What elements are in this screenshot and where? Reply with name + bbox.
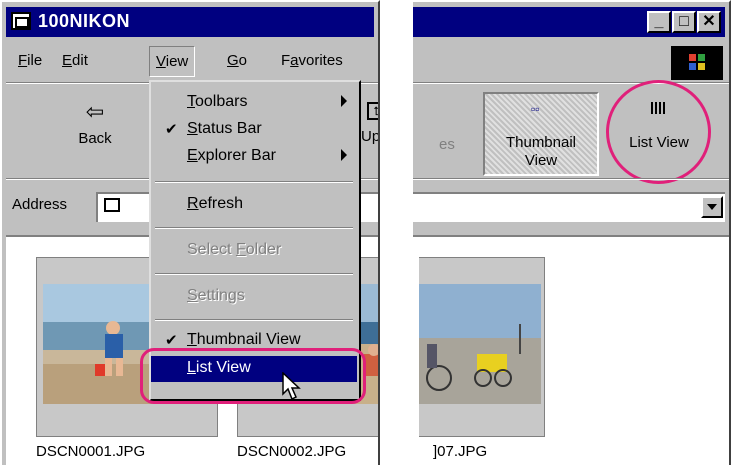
windows-logo-icon [671,46,723,80]
menu-edit[interactable]: Edit [62,52,88,69]
thumbnail-frame-3[interactable] [419,257,545,437]
thumbnail-view-icon: ▫▫ [531,102,540,116]
properties-label-partial: es [439,136,455,153]
thumbnail-view-button[interactable]: ▫▫ Thumbnail View [483,92,599,176]
photo-bicycle-trailer [419,284,541,404]
explorer-window-right: _ □ ✕ es ▫▫ Thumbnail View List View]07… [411,0,731,465]
menu-item-refresh[interactable]: Refresh [151,192,357,218]
menu-view[interactable]: View [149,46,196,77]
menu-separator [155,227,353,229]
title-bar-right[interactable]: _ □ ✕ [413,7,725,37]
thumbnail-view-label-1: Thumbnail [505,134,577,151]
up-folder-icon: ⮤ [367,102,378,120]
close-button[interactable]: ✕ [697,11,721,33]
menu-separator [155,181,353,183]
window-title: 100NIKON [38,11,131,31]
menu-favorites[interactable]: Favorites [281,52,343,69]
back-arrow-icon: ⇦ [85,99,105,124]
address-input-right[interactable] [413,192,725,222]
menu-file[interactable]: File [18,52,42,69]
menu-item-select-folder: Select Folder [187,241,282,258]
menu-item-toolbars[interactable]: Toolbars [151,90,357,116]
file-name-3: ]07.JPG [433,443,488,460]
submenu-arrow-icon [341,95,347,107]
submenu-arrow-icon [341,149,347,161]
back-button[interactable]: ⇦ Back [57,99,133,148]
menu-separator [155,273,353,275]
folder-icon [104,198,120,212]
file-name-1: DSCN0001.JPG [36,443,146,460]
checkmark-icon: ✔ [165,121,178,138]
list-view-callout-circle [606,80,711,184]
maximize-button[interactable]: □ [672,11,696,33]
thumbnail-view-label-2: View [524,152,558,169]
chevron-down-icon [707,204,717,210]
address-label: Address [12,196,68,213]
menu-separator [155,319,353,321]
menu-item-status-bar[interactable]: ✔ Status Bar [151,117,357,143]
menu-go[interactable]: Go [227,52,247,69]
minimize-button[interactable]: _ [647,11,671,33]
menu-bar: File Edit View Go Favorites H [6,42,374,80]
list-view-menu-callout [140,348,366,404]
menu-item-settings: Settings [187,287,245,304]
back-label: Back [78,130,112,147]
folder-icon[interactable] [11,12,31,30]
mouse-pointer-icon [282,372,301,401]
title-bar[interactable]: 100NIKON [6,7,374,37]
file-view-right: ]07.JPG [413,235,729,465]
address-dropdown-button[interactable] [701,196,723,218]
checkmark-icon: ✔ [165,332,178,349]
menu-item-explorer-bar[interactable]: Explorer Bar [151,144,357,170]
file-name-2: DSCN0002.JPG [237,443,347,460]
